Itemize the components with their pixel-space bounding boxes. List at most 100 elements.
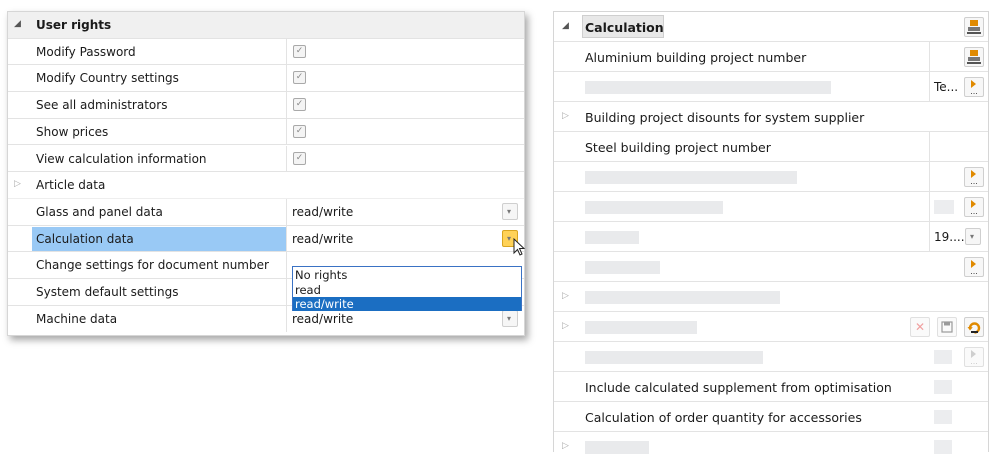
calc-row-redacted-3: ...: [554, 192, 988, 222]
refresh-button[interactable]: [964, 317, 984, 337]
calc-group-redacted-7[interactable]: ▷ ✕: [554, 312, 988, 342]
value-field[interactable]: [934, 350, 952, 364]
calc-row-redacted-5: ...: [554, 252, 988, 282]
chevron-down-icon: ▾: [970, 232, 975, 241]
calc-row-redacted-1: Te... ...: [554, 72, 988, 102]
ellipsis-icon: ...: [970, 207, 978, 216]
row-label: Include calculated supplement from optim…: [585, 380, 892, 395]
calc-group-building-project-discounts[interactable]: ▷ Building project disounts for system s…: [554, 102, 988, 132]
ellipsis-icon: ...: [970, 357, 978, 366]
row-label: Show prices: [36, 124, 109, 139]
chevron-down-icon: ▾: [507, 233, 512, 243]
calc-row-redacted-4: 19.... ▾: [554, 222, 988, 252]
calc-group-redacted-9[interactable]: ▷: [554, 432, 988, 462]
dropdown-button[interactable]: ▾: [502, 309, 518, 327]
value-cell[interactable]: read/write ▾: [286, 198, 524, 225]
value-text: Te...: [934, 80, 959, 94]
rights-dropdown-list: No rights read read/write: [292, 266, 522, 311]
calc-row-order-quantity-accessories: Calculation of order quantity for access…: [554, 402, 988, 432]
redacted-label: [585, 291, 780, 304]
expand-triangle-icon[interactable]: ▷: [14, 179, 24, 189]
redacted-label: [585, 321, 697, 334]
dropdown-button[interactable]: ▾: [965, 228, 981, 245]
row-label: Modify Country settings: [36, 71, 179, 86]
user-rights-title: User rights: [36, 18, 112, 32]
row-label: View calculation information: [36, 151, 207, 166]
calc-row-aluminium-project-number: Aluminium building project number: [554, 42, 988, 72]
chevron-down-icon: ▾: [507, 206, 512, 216]
ellipsis-icon: ...: [970, 177, 978, 186]
select-value: read/write: [292, 311, 354, 326]
row-label: Article data: [36, 178, 106, 193]
right-row-calculation-data: Calculation data read/write ▾: [8, 225, 524, 253]
row-label: System default settings: [36, 285, 179, 299]
value-cell: ✓: [286, 65, 524, 92]
row-label: Aluminium building project number: [585, 50, 807, 65]
row-label: Modify Password: [36, 44, 136, 59]
calculation-header[interactable]: ◢ Calculation: [554, 12, 988, 42]
user-rights-panel: ◢ User rights Modify Password ✓ Modify C…: [7, 11, 526, 336]
dropdown-button[interactable]: ▾: [502, 202, 518, 220]
checkbox-view-calculation-information[interactable]: ✓: [293, 151, 306, 165]
lookup-button[interactable]: ...: [964, 77, 984, 97]
value-cell[interactable]: read/write ▾: [286, 225, 524, 252]
expand-triangle-icon[interactable]: ▷: [562, 441, 569, 451]
right-row-glass-and-panel-data: Glass and panel data read/write ▾: [8, 198, 524, 226]
row-label: Change settings for document number: [36, 258, 269, 273]
right-row-view-calculation-information: View calculation information ✓: [8, 145, 524, 173]
calc-group-redacted-6[interactable]: ▷: [554, 282, 988, 312]
value-text: 19....: [934, 230, 965, 244]
row-label: Glass and panel data: [36, 204, 163, 219]
calc-row-steel-project-number: Steel building project number: [554, 132, 988, 162]
stamp-button[interactable]: [964, 17, 984, 37]
dropdown-option-no-rights[interactable]: No rights: [293, 268, 521, 283]
user-rights-header[interactable]: ◢ User rights: [8, 12, 524, 39]
mouse-pointer-icon: [513, 238, 526, 256]
lookup-button-disabled[interactable]: ...: [964, 347, 984, 367]
save-button[interactable]: [937, 317, 957, 337]
dropdown-option-read-write[interactable]: read/write: [293, 296, 521, 311]
checkbox-order-quantity[interactable]: [934, 410, 952, 424]
calculation-panel: ◢ Calculation Aluminium building project…: [553, 11, 989, 454]
clear-button[interactable]: ✕: [910, 317, 930, 337]
select-value: read/write: [292, 231, 354, 246]
redacted-label: [585, 81, 831, 94]
value-field[interactable]: [934, 200, 954, 214]
dropdown-option-read[interactable]: read: [293, 283, 521, 298]
lookup-button[interactable]: ...: [964, 167, 984, 187]
calc-row-redacted-2: ...: [554, 162, 988, 192]
select-value: read/write: [292, 204, 354, 219]
checkbox-include-supplement[interactable]: [934, 380, 952, 394]
collapse-triangle-icon[interactable]: ◢: [562, 21, 569, 31]
redacted-label: [585, 171, 797, 184]
stamp-button[interactable]: [964, 47, 984, 67]
expand-triangle-icon[interactable]: ▷: [562, 321, 569, 331]
expand-triangle-icon[interactable]: ▷: [562, 291, 569, 301]
checkbox-modify-password[interactable]: ✓: [293, 44, 306, 58]
checkbox-modify-country-settings[interactable]: ✓: [293, 71, 306, 85]
collapse-triangle-icon[interactable]: ◢: [14, 19, 24, 29]
calculation-title: Calculation: [585, 20, 664, 35]
floppy-disk-icon: [941, 321, 953, 333]
checkbox-see-all-administrators[interactable]: ✓: [293, 98, 306, 112]
chevron-down-icon: ▾: [507, 313, 512, 323]
row-label: Building project disounts for system sup…: [585, 110, 865, 125]
row-label: See all administrators: [36, 98, 168, 113]
value-cell: ✓: [286, 145, 524, 172]
expand-triangle-icon[interactable]: ▷: [562, 111, 569, 121]
group-row-article-data[interactable]: ▷ Article data: [8, 172, 524, 199]
stamp-icon: [967, 50, 981, 64]
row-label: Calculation data: [36, 231, 134, 246]
calc-row-redacted-8: ...: [554, 342, 988, 372]
row-label: Calculation of order quantity for access…: [585, 410, 862, 425]
right-row-show-prices: Show prices ✓: [8, 118, 524, 146]
lookup-button[interactable]: ...: [964, 257, 984, 277]
checkbox-show-prices[interactable]: ✓: [293, 124, 306, 138]
redacted-label: [585, 441, 649, 454]
row-label: Steel building project number: [585, 140, 771, 155]
right-row-see-all-administrators: See all administrators ✓: [8, 92, 524, 119]
lookup-button[interactable]: ...: [964, 197, 984, 217]
redacted-label: [585, 201, 723, 214]
stamp-icon: [967, 20, 981, 34]
value-cell: ✓: [286, 92, 524, 118]
